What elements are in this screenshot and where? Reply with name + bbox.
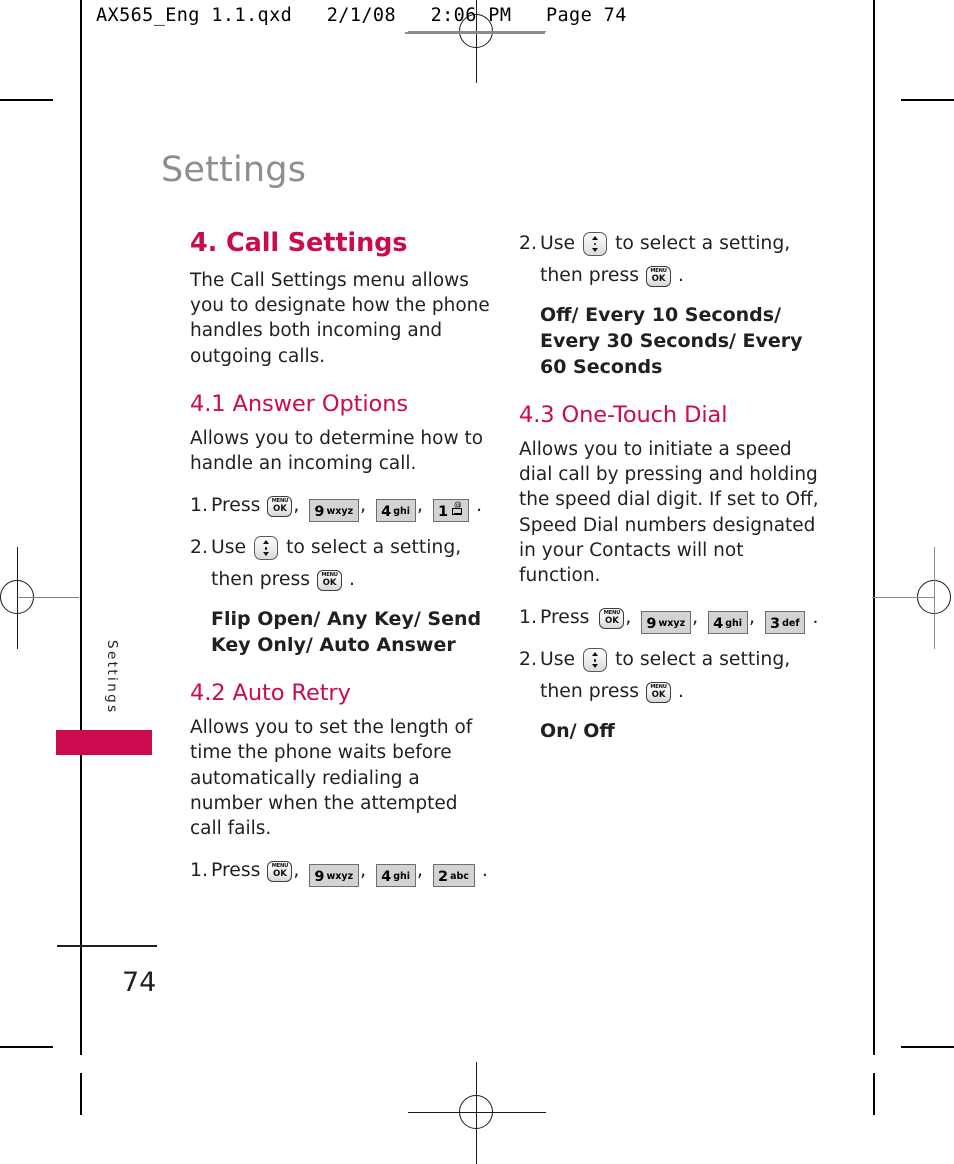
step-number: 1. (190, 495, 208, 517)
comma: , (749, 607, 755, 629)
step-text: Use (540, 649, 576, 671)
step-number: 2. (519, 649, 537, 671)
side-tab-accent-bar (56, 730, 152, 755)
left-column: 4. Call Settings The Call Settings menu … (190, 228, 490, 897)
crop-mark-bottom-right-vertical (873, 1073, 875, 1115)
section-heading-call-settings: 4. Call Settings (190, 228, 408, 258)
key-1-voicemail-icon: 1 @ (432, 499, 470, 523)
step-item: 1. Press MENU OK , 9 wxyz , 4 ghi , 3 def . (519, 602, 824, 635)
step-item: 1. Press MENU OK , 9 wxyz , 4 ghi , 2 abc . (190, 855, 490, 888)
menu-ok-key-icon: MENU OK (317, 570, 343, 592)
comma: , (293, 860, 300, 882)
answer-options-values: Flip Open/ Any Key/ Send Key Only/ Auto … (211, 608, 482, 657)
navigation-key-icon (254, 536, 279, 561)
step-period: . (678, 681, 685, 703)
menu-ok-key-icon: MENU OK (267, 861, 293, 883)
step-number: 1. (190, 860, 208, 882)
one-touch-dial-steps: 1. Press MENU OK , 9 wxyz , 4 ghi , 3 def .… (519, 602, 824, 708)
voicemail-icon: @ (452, 501, 463, 516)
comma: , (293, 495, 300, 517)
page-title: Settings (161, 150, 307, 190)
comma: , (360, 495, 367, 517)
answer-options-steps: 1. Press MENU OK , 9 wxyz , 4 ghi , 1 @ . 2… (190, 490, 490, 596)
step-item: 2. Use to select a setting, then press M… (519, 644, 824, 708)
key-9-wxyz-icon: 9 wxyz (309, 864, 360, 888)
one-touch-dial-options-values: On/ Off (540, 720, 615, 743)
registration-mark-left-center (0, 547, 79, 649)
menu-ok-key-icon: MENU OK (646, 682, 672, 704)
step-item: 2. Use to select a setting, then press M… (519, 228, 824, 292)
auto-retry-steps: 1. Press MENU OK , 9 wxyz , 4 ghi , 2 abc . (190, 855, 490, 888)
menu-ok-key-icon: MENU OK (646, 266, 672, 287)
crop-mark-bottom-right-horizontal (901, 1046, 954, 1048)
key-4-ghi-icon: 4 ghi (376, 499, 417, 523)
step-number: 2. (190, 537, 208, 559)
crop-mark-bottom-left-vertical (80, 1073, 82, 1115)
auto-retry-steps-continued: 2. Use to select a setting, then press M… (519, 228, 824, 292)
one-touch-dial-description: Allows you to initiate a speed dial call… (519, 439, 819, 587)
crop-mark-top-left-horizontal (0, 99, 53, 101)
answer-options-description: Allows you to determine how to handle an… (190, 427, 484, 475)
step-text: Use (211, 537, 247, 559)
page-number: 74 (122, 967, 157, 998)
menu-ok-key-icon: MENU OK (599, 608, 625, 630)
comma: , (692, 607, 699, 629)
section-heading-auto-retry: 4.2 Auto Retry (190, 680, 351, 707)
comma: , (360, 860, 367, 882)
step-period: . (476, 495, 483, 517)
footer-divider (57, 945, 157, 947)
crop-mark-top-right-vertical (873, 0, 875, 42)
registration-mark-right-center (872, 547, 954, 649)
navigation-key-icon (583, 232, 608, 256)
key-4-ghi-icon: 4 ghi (376, 864, 417, 888)
step-text: to select a setting, (615, 233, 791, 254)
registration-mark-bottom-center (408, 1062, 546, 1164)
step-number: 2. (519, 233, 537, 254)
step-text: to select a setting, (286, 537, 462, 559)
step-text: to select a setting, (615, 649, 791, 671)
step-period: . (678, 265, 685, 286)
right-column: 2. Use to select a setting, then press M… (519, 228, 824, 744)
menu-ok-key-icon: MENU OK (267, 496, 293, 518)
step-number: 1. (519, 607, 537, 629)
comma: , (417, 495, 423, 517)
section-heading-one-touch-dial: 4.3 One-Touch Dial (519, 402, 728, 428)
key-2-abc-icon: 2 abc (432, 864, 475, 888)
crop-mark-bottom-left-horizontal (0, 1046, 53, 1048)
crop-mark-top-right-horizontal (901, 99, 954, 101)
comma: , (625, 607, 632, 629)
key-9-wxyz-icon: 9 wxyz (641, 611, 692, 635)
imprint-underline (405, 32, 545, 34)
key-4-ghi-icon: 4 ghi (708, 611, 749, 635)
key-3-def-icon: 3 def (764, 611, 806, 635)
step-text: Press (540, 607, 590, 629)
step-text: Press (211, 860, 261, 882)
step-text: Press (211, 495, 261, 517)
step-item: 1. Press MENU OK , 9 wxyz , 4 ghi , 1 @ . (190, 490, 490, 523)
side-tab-label: Settings (104, 640, 120, 715)
navigation-key-icon (583, 648, 608, 673)
print-imprint-line: AX565_Eng 1.1.qxd 2/1/08 2:06 PM Page 74 (96, 5, 627, 26)
step-period: . (812, 607, 819, 629)
key-9-wxyz-icon: 9 wxyz (309, 499, 360, 523)
step-text: Use (540, 233, 576, 254)
auto-retry-description: Allows you to set the length of time the… (190, 717, 473, 840)
comma: , (417, 860, 423, 882)
crop-mark-left-edge-vertical (80, 42, 82, 1055)
crop-mark-top-left-vertical (80, 0, 82, 42)
section-intro-text: The Call Settings menu allows you to des… (190, 270, 490, 367)
step-item: 2. Use to select a setting, then press M… (190, 532, 490, 596)
step-period: . (481, 860, 488, 882)
step-text: then press (211, 569, 311, 591)
step-text: then press (540, 681, 640, 703)
step-period: . (349, 569, 356, 591)
crop-mark-right-edge-vertical (873, 42, 875, 1055)
section-heading-answer-options: 4.1 Answer Options (190, 390, 408, 417)
auto-retry-options-values: Off/ Every 10 Seconds/ Every 30 Seconds/… (540, 304, 803, 378)
step-text: then press (540, 265, 640, 286)
